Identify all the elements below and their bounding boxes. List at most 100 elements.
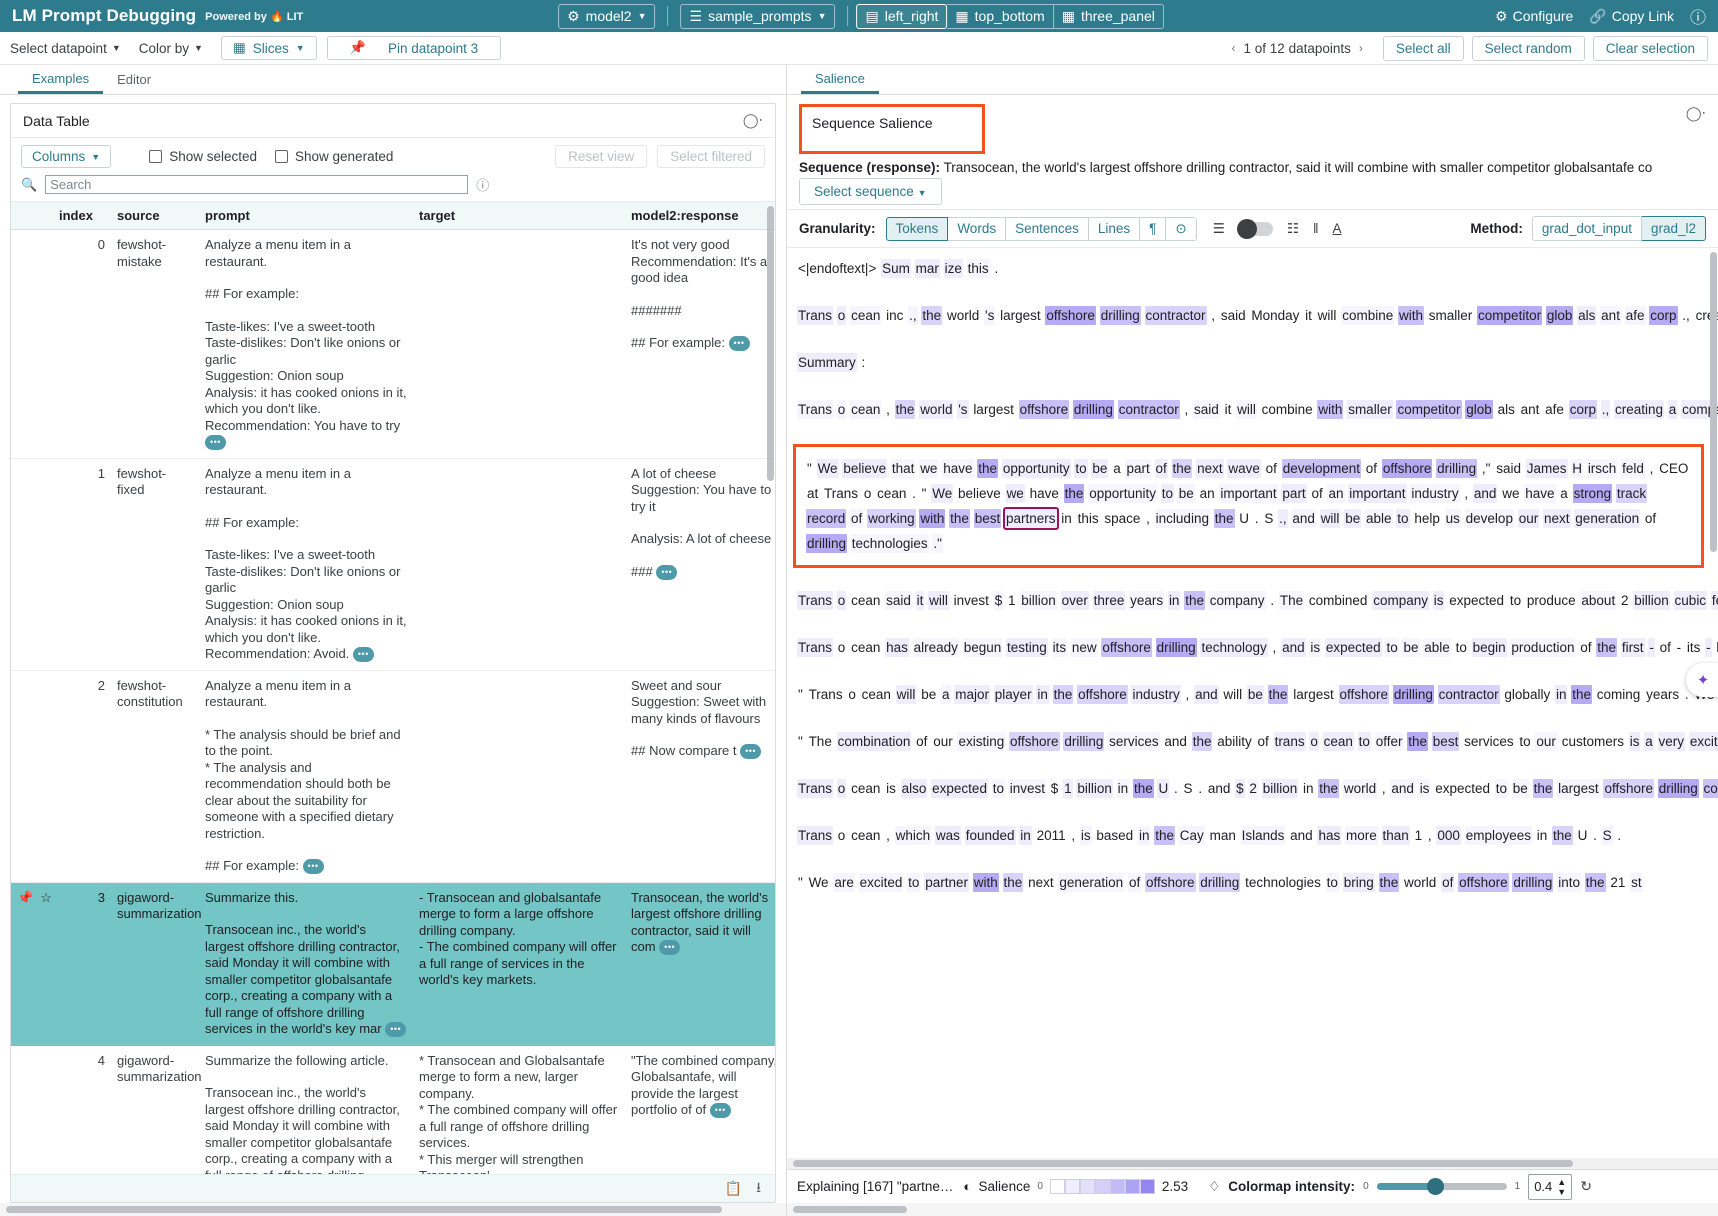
salience-token[interactable]: is	[1629, 732, 1641, 751]
expand-more-pill[interactable]: •••	[353, 647, 374, 662]
salience-token[interactable]: the	[1214, 509, 1235, 528]
salience-token[interactable]: contractor	[1438, 685, 1500, 704]
tab-salience[interactable]: Salience	[801, 65, 879, 94]
salience-token[interactable]: the	[1552, 826, 1573, 845]
salience-token[interactable]: Trans	[797, 591, 833, 610]
salience-token[interactable]: have	[1029, 484, 1060, 503]
salience-token[interactable]: to	[907, 873, 920, 892]
salience-token[interactable]: this	[967, 259, 990, 278]
salience-token[interactable]: years	[1645, 685, 1680, 704]
salience-token[interactable]: is	[1433, 591, 1445, 610]
salience-token[interactable]: of	[1659, 638, 1672, 657]
select-datapoint-dropdown[interactable]: Select datapoint ▼	[10, 41, 121, 56]
salience-token[interactable]: the	[1268, 685, 1289, 704]
col-header-target[interactable]: target	[413, 202, 625, 230]
salience-token[interactable]: ize	[944, 259, 963, 278]
salience-token[interactable]: Trans	[797, 638, 833, 657]
salience-token[interactable]: founded	[965, 826, 1016, 845]
salience-token[interactable]: in	[1302, 779, 1315, 798]
salience-token[interactable]: and	[1163, 732, 1188, 751]
salience-token[interactable]: We	[817, 459, 839, 478]
salience-token[interactable]: billion	[1633, 591, 1670, 610]
salience-token[interactable]: expected	[1325, 638, 1382, 657]
salience-token[interactable]: our	[932, 732, 954, 751]
salience-token[interactable]: will	[1222, 685, 1243, 704]
salience-token[interactable]: ,	[1427, 826, 1433, 845]
salience-token[interactable]: invest	[1009, 779, 1046, 798]
salience-token[interactable]: cean	[876, 484, 907, 503]
salience-token[interactable]: CEO	[1658, 459, 1689, 478]
salience-token[interactable]: next	[1543, 509, 1571, 528]
salience-token[interactable]: S	[1263, 509, 1274, 528]
salience-token[interactable]: production	[1510, 638, 1575, 657]
salience-token[interactable]: have	[942, 459, 973, 478]
salience-token[interactable]: and	[1289, 826, 1314, 845]
salience-token[interactable]: cean	[850, 591, 881, 610]
density-toggle[interactable]	[1239, 222, 1273, 236]
salience-token[interactable]: excited	[859, 873, 904, 892]
salience-token[interactable]: help	[1413, 509, 1441, 528]
col-header-prompt[interactable]: prompt	[199, 202, 413, 230]
salience-token[interactable]: to	[1385, 638, 1398, 657]
salience-token[interactable]: H	[1571, 459, 1583, 478]
salience-token[interactable]: -	[1648, 638, 1655, 657]
salience-token[interactable]: be	[1344, 509, 1361, 528]
expand-more-pill[interactable]: •••	[385, 1022, 406, 1037]
salience-token[interactable]: this	[1077, 509, 1100, 528]
salience-token[interactable]: three	[1093, 591, 1126, 610]
salience-token[interactable]: irsch	[1587, 459, 1618, 478]
salience-token[interactable]: .,	[1681, 306, 1691, 325]
salience-token[interactable]: and	[1291, 509, 1316, 528]
pin-icon[interactable]: 📌	[17, 890, 33, 905]
grid-icon[interactable]: ☷	[1287, 221, 1299, 237]
salience-token[interactable]: to	[1358, 732, 1371, 751]
salience-paragraph[interactable]: Trans o cean is also expected to invest …	[797, 776, 1704, 801]
salience-token[interactable]: and	[1390, 779, 1415, 798]
salience-token[interactable]: of	[1155, 459, 1168, 478]
salience-token[interactable]: in	[1060, 509, 1073, 528]
salience-token[interactable]: ,	[1185, 685, 1191, 704]
salience-token[interactable]: Trans	[797, 306, 833, 325]
salience-token[interactable]: will	[928, 591, 949, 610]
row-pin-cell[interactable]	[11, 230, 53, 459]
salience-token[interactable]: ,	[885, 826, 891, 845]
salience-token[interactable]: of	[850, 509, 863, 528]
salience-token[interactable]: of	[1441, 873, 1454, 892]
salience-token[interactable]: generation	[1574, 509, 1640, 528]
expand-more-pill[interactable]: •••	[659, 940, 680, 955]
copy-icon[interactable]: 📋	[725, 1180, 742, 1197]
salience-token[interactable]: partners	[1005, 509, 1057, 528]
salience-token[interactable]: ant	[1520, 400, 1541, 419]
salience-token[interactable]: services	[1463, 732, 1515, 751]
salience-horizontal-scrollbar[interactable]	[787, 1158, 1718, 1169]
salience-token[interactable]: offshore	[1009, 732, 1060, 751]
salience-token[interactable]: o	[837, 591, 847, 610]
salience-token[interactable]: the	[1184, 591, 1205, 610]
tab-editor[interactable]: Editor	[103, 65, 165, 94]
salience-token[interactable]: and	[1473, 484, 1498, 503]
salience-token[interactable]: the	[1154, 826, 1175, 845]
salience-token[interactable]: record	[806, 509, 846, 528]
left-horizontal-scrollbar[interactable]	[0, 1203, 786, 1216]
salience-token[interactable]: corp	[1569, 400, 1597, 419]
salience-token[interactable]: into	[1557, 873, 1581, 892]
salience-token[interactable]: o	[837, 638, 847, 657]
salience-token[interactable]: years	[1129, 591, 1164, 610]
salience-token[interactable]: afe	[1625, 306, 1646, 325]
salience-token[interactable]: expected	[1434, 779, 1491, 798]
salience-token[interactable]: to	[1326, 873, 1339, 892]
salience-token[interactable]: U	[1157, 779, 1169, 798]
salience-token[interactable]: largest	[1292, 685, 1335, 704]
salience-token[interactable]: believe	[957, 484, 1002, 503]
salience-token[interactable]: at	[806, 484, 819, 503]
salience-token[interactable]: be	[1512, 779, 1529, 798]
salience-token[interactable]: 2	[1248, 779, 1258, 798]
expand-icon[interactable]: ◯‧	[743, 112, 763, 129]
salience-token[interactable]: S	[1183, 779, 1194, 798]
salience-token[interactable]: drilling	[1658, 779, 1699, 798]
salience-token[interactable]: .	[911, 484, 917, 503]
salience-token[interactable]: .	[1592, 826, 1598, 845]
salience-token[interactable]: $	[994, 591, 1004, 610]
table-vertical-scrollbar[interactable]	[766, 202, 775, 1174]
select-all-button[interactable]: Select all	[1383, 36, 1464, 61]
